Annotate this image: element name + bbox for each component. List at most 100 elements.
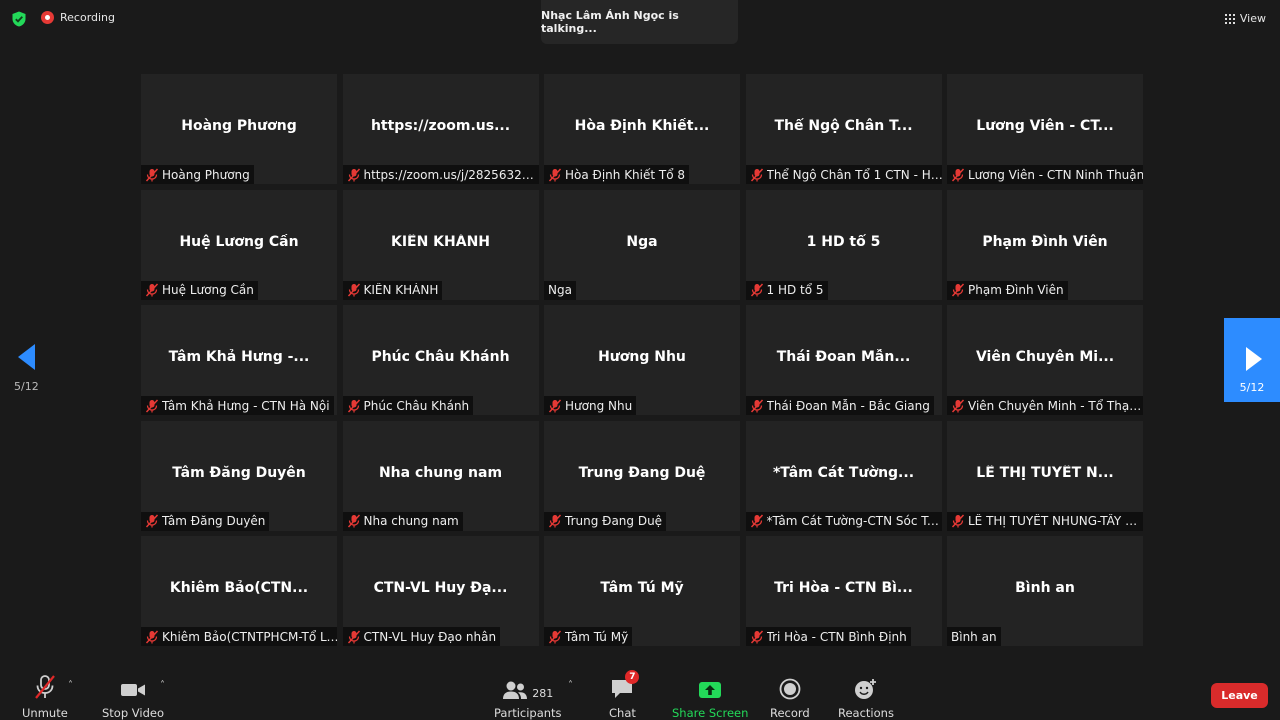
participant-label-text: Phúc Châu Khánh (363, 398, 470, 413)
participant-tile[interactable]: Tri Hòa - CTN Bì... Tri Hòa - CTN Bình Đ… (745, 536, 942, 646)
leave-label: Leave (1221, 689, 1258, 702)
participant-tile[interactable]: Phúc Châu Khánh Phúc Châu Khánh (342, 305, 539, 415)
participant-name-label: Nga (544, 280, 576, 300)
participant-tile[interactable]: Hương Nhu Hương Nhu (544, 305, 740, 415)
previous-page-button[interactable]: 5/12 (14, 344, 44, 404)
unmute-button[interactable]: Unmute (22, 674, 68, 720)
participant-tile[interactable]: Viên Chuyên Mi... Viên Chuyên Minh - Tổ … (947, 305, 1143, 415)
unmute-label: Unmute (22, 706, 68, 720)
participants-label: Participants (494, 706, 562, 720)
mic-muted-icon (548, 514, 562, 528)
participant-label-text: Hoàng Phương (162, 167, 250, 182)
participant-tile[interactable]: Nha chung nam Nha chung nam (342, 420, 539, 531)
participant-tile[interactable]: Tâm Đăng Duyên Tâm Đăng Duyên (141, 420, 337, 531)
participant-name-label: Trung Đang Duệ (544, 511, 667, 531)
participant-tile[interactable]: Khiêm Bảo(CTN... Khiêm Bảo(CTNTPHCM-Tổ L… (141, 536, 337, 646)
participant-name-label: Tâm Đăng Duyên (141, 511, 270, 531)
participant-label-text: Tri Hòa - CTN Bình Định (766, 629, 907, 644)
participant-display-name: *Tâm Cát Tường... (772, 464, 915, 481)
participant-label-text: Lương Viên - CTN Ninh Thuận (968, 167, 1143, 182)
active-speaker-banner: Nhạc Lâm Ánh Ngọc is talking... (541, 0, 738, 44)
participant-label-text: Phạm Đình Viên (968, 283, 1064, 297)
participant-display-name: Lương Viên - CT... (976, 118, 1114, 134)
participant-tile[interactable]: https://zoom.us... https://zoom.us/j/282… (342, 74, 539, 184)
participant-tile[interactable]: Tâm Tú Mỹ Tâm Tú Mỹ (544, 536, 740, 646)
participant-display-name: Hoàng Phương (181, 118, 297, 134)
participant-name-label: Tâm Khả Hưng - CTN Hà Nội (141, 396, 334, 415)
arrow-right-icon (1246, 347, 1262, 371)
participant-display-name: Nga (626, 233, 658, 250)
mic-muted-icon (145, 629, 159, 644)
mic-muted-icon (750, 514, 763, 528)
participant-tile[interactable]: Nga Nga (544, 189, 740, 300)
participant-tile[interactable]: Phạm Đình Viên Phạm Đình Viên (947, 189, 1143, 300)
participant-display-name: Huệ Lương Cần (179, 233, 299, 250)
mic-muted-icon (347, 283, 360, 297)
mic-muted-icon (145, 167, 159, 182)
record-button[interactable]: Record (770, 674, 810, 720)
mic-muted-icon (750, 167, 763, 182)
participant-tile[interactable]: Thái Đoan Mẫn... Thái Đoan Mẫn - Bắc Gia… (745, 305, 942, 415)
mic-muted-icon (145, 398, 159, 413)
participant-tile[interactable]: Hòa Định Khiết... Hòa Định Khiết Tổ 8 (544, 74, 740, 184)
participant-tile[interactable]: Bình an Bình an (947, 536, 1143, 646)
participant-tile[interactable]: CTN-VL Huy Đạ... CTN-VL Huy Đạo nhân (342, 536, 539, 646)
participant-name-label: Phạm Đình Viên (947, 280, 1068, 300)
chat-button[interactable]: 7 Chat (609, 670, 640, 720)
view-button[interactable]: View (1224, 12, 1266, 25)
participant-name-label: Phúc Châu Khánh (342, 396, 474, 415)
participant-name-label: 1 HD tổ 5 (745, 280, 828, 300)
audio-options-chevron-icon[interactable]: ˄ (68, 680, 73, 691)
participant-tile[interactable]: Lương Viên - CT... Lương Viên - CTN Ninh… (947, 74, 1143, 184)
recording-indicator[interactable]: Recording (41, 11, 115, 24)
stop-video-label: Stop Video (102, 706, 165, 720)
mic-muted-icon (548, 167, 562, 182)
participant-tile[interactable]: Tâm Khả Hưng -... Tâm Khả Hưng - CTN Hà … (141, 305, 337, 415)
participant-name-label: https://zoom.us/j/2825632549... (342, 165, 539, 184)
next-page-button[interactable]: 5/12 (1224, 318, 1280, 402)
participant-label-text: CTN-VL Huy Đạo nhân (363, 629, 497, 644)
participant-display-name: Tri Hòa - CTN Bì... (774, 580, 913, 596)
participant-tile[interactable]: Thể Ngộ Chân T... Thể Ngộ Chân Tổ 1 CTN … (745, 74, 942, 184)
share-screen-label: Share Screen (672, 706, 749, 720)
mic-muted-icon (548, 629, 562, 644)
stop-video-button[interactable]: Stop Video (102, 674, 164, 720)
participant-tile[interactable]: LÊ THỊ TUYẾT N... LÊ THỊ TUYẾT NHUNG-TÂY… (947, 420, 1143, 531)
participant-tile[interactable]: Huệ Lương Cần Huệ Lương Cần (141, 189, 337, 300)
participant-tile[interactable]: KIÊN KHÁNH KIÊN KHÁNH (342, 189, 539, 300)
participant-tile[interactable]: 1 HD tổ 5 1 HD tổ 5 (745, 189, 942, 300)
video-options-chevron-icon[interactable]: ˄ (160, 680, 165, 691)
top-bar: Recording Nhạc Lâm Ánh Ngọc is talking..… (0, 0, 1280, 44)
participants-button[interactable]: 281 Participants (494, 674, 562, 720)
smiley-plus-icon (854, 679, 876, 699)
shield-check-icon[interactable] (11, 11, 27, 27)
participant-tile[interactable]: *Tâm Cát Tường... *Tâm Cát Tường-CTN Sóc… (745, 420, 942, 531)
participant-label-text: Hương Nhu (565, 398, 633, 413)
share-screen-icon (699, 682, 722, 698)
share-screen-button[interactable]: Share Screen (672, 674, 748, 720)
mic-muted-icon (145, 283, 159, 297)
view-label: View (1239, 12, 1266, 25)
mic-muted-icon (35, 675, 55, 699)
participant-name-label: CTN-VL Huy Đạo nhân (342, 627, 501, 646)
participant-label-text: Thể Ngộ Chân Tổ 1 CTN - Hà... (766, 167, 942, 182)
participant-display-name: Nha chung nam (378, 464, 503, 481)
arrow-left-icon (18, 344, 35, 370)
reactions-button[interactable]: Reactions (838, 674, 894, 720)
mic-muted-icon (951, 283, 965, 297)
participant-display-name: Trung Đang Duệ (578, 464, 706, 481)
participants-count: 281 (532, 687, 554, 700)
leave-button[interactable]: Leave (1211, 683, 1268, 708)
participant-tile[interactable]: Trung Đang Duệ Trung Đang Duệ (544, 420, 740, 531)
record-icon (779, 678, 801, 700)
participant-name-label: KIÊN KHÁNH (342, 280, 443, 300)
mic-muted-icon (951, 398, 965, 413)
participant-tile[interactable]: Hoàng Phương Hoàng Phương (141, 74, 337, 184)
participant-display-name: LÊ THỊ TUYẾT N... (976, 464, 1114, 481)
record-dot-icon (41, 11, 54, 24)
participant-label-text: Khiêm Bảo(CTNTPHCM-Tổ Lo... (162, 629, 337, 644)
participant-name-label: Bình an (947, 627, 1001, 646)
participants-options-chevron-icon[interactable]: ˄ (568, 680, 573, 691)
participant-gallery: Hoàng Phương Hoàng Phương https://zoom.u… (141, 74, 1143, 646)
people-icon (503, 681, 528, 699)
